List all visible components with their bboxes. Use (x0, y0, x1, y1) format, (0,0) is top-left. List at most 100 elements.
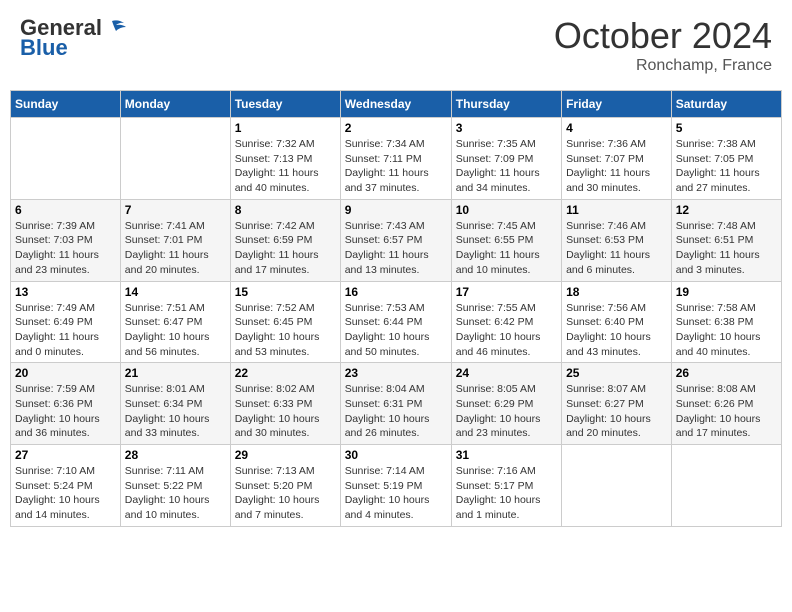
title-block: October 2024 Ronchamp, France (554, 15, 772, 75)
calendar-cell: 2 Sunrise: 7:34 AM Sunset: 7:11 PM Daylig… (340, 118, 451, 200)
calendar-cell: 12 Sunrise: 7:48 AM Sunset: 6:51 PM Dayli… (671, 199, 781, 281)
calendar-cell: 7Sunrise: 7:41 AM Sunset: 7:01 PM Daylig… (120, 199, 230, 281)
day-number: 7 (125, 203, 226, 217)
logo-blue: Blue (20, 35, 68, 61)
day-number: 27 (15, 448, 116, 462)
day-content: Sunrise: 8:01 AM Sunset: 6:34 PM Dayligh… (125, 382, 226, 441)
logo: General Blue (20, 15, 126, 61)
day-number: 30 (345, 448, 447, 462)
day-number: 23 (345, 366, 447, 380)
day-content: Sunrise: 7:55 AM Sunset: 6:42 PM Dayligh… (456, 301, 557, 360)
day-content: Sunrise: 7:59 AM Sunset: 6:36 PM Dayligh… (15, 382, 116, 441)
calendar-cell: 11Sunrise: 7:46 AM Sunset: 6:53 PM Dayli… (562, 199, 672, 281)
day-number: 31 (456, 448, 557, 462)
day-number: 14 (125, 285, 226, 299)
day-number: 25 (566, 366, 667, 380)
calendar-cell: 28Sunrise: 7:11 AM Sunset: 5:22 PM Dayli… (120, 445, 230, 527)
calendar-cell: 25 Sunrise: 8:07 AM Sunset: 6:27 PM Dayli… (562, 363, 672, 445)
logo-bird-icon (104, 19, 126, 37)
day-content: Sunrise: 8:05 AM Sunset: 6:29 PM Dayligh… (456, 382, 557, 441)
day-number: 4 (566, 121, 667, 135)
day-content: Sunrise: 7:48 AM Sunset: 6:51 PM Dayligh… (676, 219, 777, 278)
calendar-week-row: 20 Sunrise: 7:59 AM Sunset: 6:36 PM Dayli… (11, 363, 782, 445)
day-of-week-header: Sunday (11, 91, 121, 118)
day-number: 24 (456, 366, 557, 380)
day-content: Sunrise: 7:49 AM Sunset: 6:49 PM Dayligh… (15, 301, 116, 360)
day-content: Sunrise: 7:42 AM Sunset: 6:59 PM Dayligh… (235, 219, 336, 278)
calendar-week-row: 13Sunrise: 7:49 AM Sunset: 6:49 PM Dayli… (11, 281, 782, 363)
calendar-header-row: SundayMondayTuesdayWednesdayThursdayFrid… (11, 91, 782, 118)
day-content: Sunrise: 7:52 AM Sunset: 6:45 PM Dayligh… (235, 301, 336, 360)
day-number: 16 (345, 285, 447, 299)
day-number: 29 (235, 448, 336, 462)
calendar-cell: 26 Sunrise: 8:08 AM Sunset: 6:26 PM Dayli… (671, 363, 781, 445)
day-content: Sunrise: 7:53 AM Sunset: 6:44 PM Dayligh… (345, 301, 447, 360)
day-number: 12 (676, 203, 777, 217)
calendar-cell: 18 Sunrise: 7:56 AM Sunset: 6:40 PM Dayli… (562, 281, 672, 363)
day-content: Sunrise: 8:08 AM Sunset: 6:26 PM Dayligh… (676, 382, 777, 441)
day-content: Sunrise: 7:56 AM Sunset: 6:40 PM Dayligh… (566, 301, 667, 360)
day-content: Sunrise: 7:10 AM Sunset: 5:24 PM Dayligh… (15, 464, 116, 523)
day-number: 20 (15, 366, 116, 380)
day-number: 5 (676, 121, 777, 135)
calendar-cell: 21 Sunrise: 8:01 AM Sunset: 6:34 PM Dayli… (120, 363, 230, 445)
calendar-week-row: 6 Sunrise: 7:39 AM Sunset: 7:03 PM Daylig… (11, 199, 782, 281)
day-content: Sunrise: 8:04 AM Sunset: 6:31 PM Dayligh… (345, 382, 447, 441)
location: Ronchamp, France (554, 57, 772, 75)
calendar-cell: 14 Sunrise: 7:51 AM Sunset: 6:47 PM Dayli… (120, 281, 230, 363)
day-number: 6 (15, 203, 116, 217)
day-content: Sunrise: 7:39 AM Sunset: 7:03 PM Dayligh… (15, 219, 116, 278)
day-content: Sunrise: 7:11 AM Sunset: 5:22 PM Dayligh… (125, 464, 226, 523)
calendar-cell: 5 Sunrise: 7:38 AM Sunset: 7:05 PM Daylig… (671, 118, 781, 200)
calendar-table: SundayMondayTuesdayWednesdayThursdayFrid… (10, 90, 782, 527)
calendar-cell: 24 Sunrise: 8:05 AM Sunset: 6:29 PM Dayli… (451, 363, 561, 445)
day-number: 3 (456, 121, 557, 135)
day-number: 9 (345, 203, 447, 217)
day-number: 22 (235, 366, 336, 380)
page-header: General Blue October 2024 Ronchamp, Fran… (10, 10, 782, 80)
calendar-week-row: 1 Sunrise: 7:32 AM Sunset: 7:13 PM Daylig… (11, 118, 782, 200)
day-content: Sunrise: 7:34 AM Sunset: 7:11 PM Dayligh… (345, 137, 447, 196)
day-content: Sunrise: 7:35 AM Sunset: 7:09 PM Dayligh… (456, 137, 557, 196)
calendar-cell: 3 Sunrise: 7:35 AM Sunset: 7:09 PM Daylig… (451, 118, 561, 200)
calendar-cell: 27 Sunrise: 7:10 AM Sunset: 5:24 PM Dayli… (11, 445, 121, 527)
calendar-cell: 8 Sunrise: 7:42 AM Sunset: 6:59 PM Daylig… (230, 199, 340, 281)
calendar-cell: 13Sunrise: 7:49 AM Sunset: 6:49 PM Dayli… (11, 281, 121, 363)
day-number: 1 (235, 121, 336, 135)
calendar-cell (562, 445, 672, 527)
day-number: 18 (566, 285, 667, 299)
calendar-cell: 23 Sunrise: 8:04 AM Sunset: 6:31 PM Dayli… (340, 363, 451, 445)
day-number: 15 (235, 285, 336, 299)
calendar-cell: 30 Sunrise: 7:14 AM Sunset: 5:19 PM Dayli… (340, 445, 451, 527)
day-number: 26 (676, 366, 777, 380)
day-of-week-header: Wednesday (340, 91, 451, 118)
calendar-cell: 29Sunrise: 7:13 AM Sunset: 5:20 PM Dayli… (230, 445, 340, 527)
calendar-cell: 17Sunrise: 7:55 AM Sunset: 6:42 PM Dayli… (451, 281, 561, 363)
day-content: Sunrise: 7:38 AM Sunset: 7:05 PM Dayligh… (676, 137, 777, 196)
day-content: Sunrise: 7:16 AM Sunset: 5:17 PM Dayligh… (456, 464, 557, 523)
calendar-cell (120, 118, 230, 200)
day-of-week-header: Friday (562, 91, 672, 118)
day-content: Sunrise: 7:32 AM Sunset: 7:13 PM Dayligh… (235, 137, 336, 196)
day-number: 8 (235, 203, 336, 217)
day-content: Sunrise: 8:02 AM Sunset: 6:33 PM Dayligh… (235, 382, 336, 441)
calendar-cell: 9Sunrise: 7:43 AM Sunset: 6:57 PM Daylig… (340, 199, 451, 281)
calendar-cell: 31 Sunrise: 7:16 AM Sunset: 5:17 PM Dayli… (451, 445, 561, 527)
month-title: October 2024 (554, 15, 772, 57)
day-content: Sunrise: 7:58 AM Sunset: 6:38 PM Dayligh… (676, 301, 777, 360)
day-content: Sunrise: 8:07 AM Sunset: 6:27 PM Dayligh… (566, 382, 667, 441)
calendar-week-row: 27 Sunrise: 7:10 AM Sunset: 5:24 PM Dayli… (11, 445, 782, 527)
calendar-cell: 22 Sunrise: 8:02 AM Sunset: 6:33 PM Dayli… (230, 363, 340, 445)
day-of-week-header: Monday (120, 91, 230, 118)
day-content: Sunrise: 7:14 AM Sunset: 5:19 PM Dayligh… (345, 464, 447, 523)
day-of-week-header: Saturday (671, 91, 781, 118)
calendar-cell: 16 Sunrise: 7:53 AM Sunset: 6:44 PM Dayli… (340, 281, 451, 363)
day-number: 2 (345, 121, 447, 135)
day-content: Sunrise: 7:36 AM Sunset: 7:07 PM Dayligh… (566, 137, 667, 196)
day-content: Sunrise: 7:46 AM Sunset: 6:53 PM Dayligh… (566, 219, 667, 278)
calendar-cell: 19 Sunrise: 7:58 AM Sunset: 6:38 PM Dayli… (671, 281, 781, 363)
day-number: 19 (676, 285, 777, 299)
day-content: Sunrise: 7:51 AM Sunset: 6:47 PM Dayligh… (125, 301, 226, 360)
day-number: 21 (125, 366, 226, 380)
calendar-cell: 20 Sunrise: 7:59 AM Sunset: 6:36 PM Dayli… (11, 363, 121, 445)
